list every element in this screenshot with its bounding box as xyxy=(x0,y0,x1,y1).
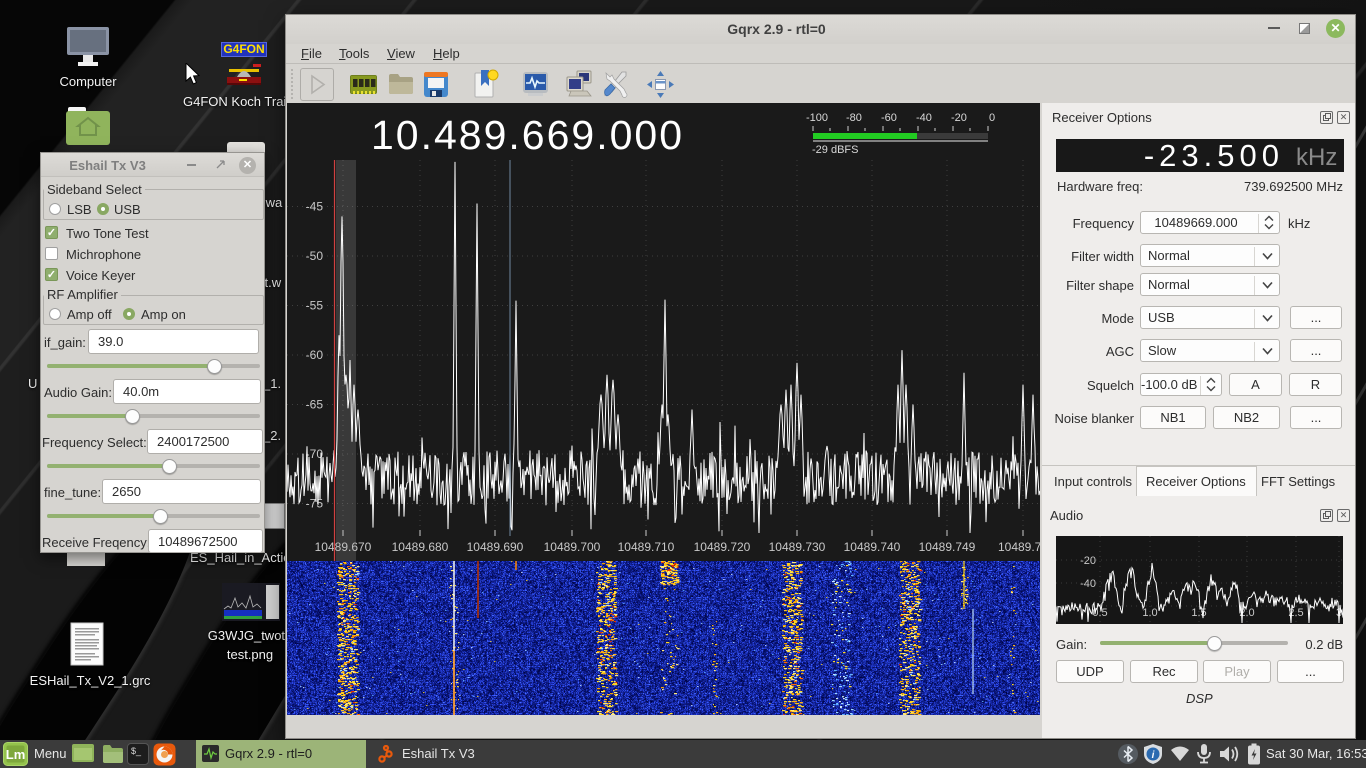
svg-text:10489.710: 10489.710 xyxy=(618,540,675,554)
svg-text:-65: -65 xyxy=(306,398,324,412)
svg-text:10489.730: 10489.730 xyxy=(769,540,826,554)
svg-text:10489.680: 10489.680 xyxy=(392,540,449,554)
svg-text:10489.740: 10489.740 xyxy=(844,540,901,554)
svg-text:-20: -20 xyxy=(1080,555,1096,567)
svg-text:-75: -75 xyxy=(306,497,324,511)
svg-text:1.5: 1.5 xyxy=(1191,607,1206,619)
svg-text:-55: -55 xyxy=(306,299,324,313)
svg-text:i: i xyxy=(1152,750,1155,761)
svg-text:-45: -45 xyxy=(306,200,324,214)
svg-text:-40: -40 xyxy=(1080,578,1096,590)
svg-text:10489.749: 10489.749 xyxy=(919,540,976,554)
svg-text:-50: -50 xyxy=(306,249,324,263)
svg-text:10489.720: 10489.720 xyxy=(694,540,751,554)
svg-text:10489.690: 10489.690 xyxy=(467,540,524,554)
svg-text:-60: -60 xyxy=(306,348,324,362)
svg-text:1.0: 1.0 xyxy=(1142,607,1157,619)
svg-text:Lm: Lm xyxy=(6,747,26,762)
svg-text:10489.700: 10489.700 xyxy=(544,540,601,554)
svg-text:10489.76: 10489.76 xyxy=(998,540,1040,554)
